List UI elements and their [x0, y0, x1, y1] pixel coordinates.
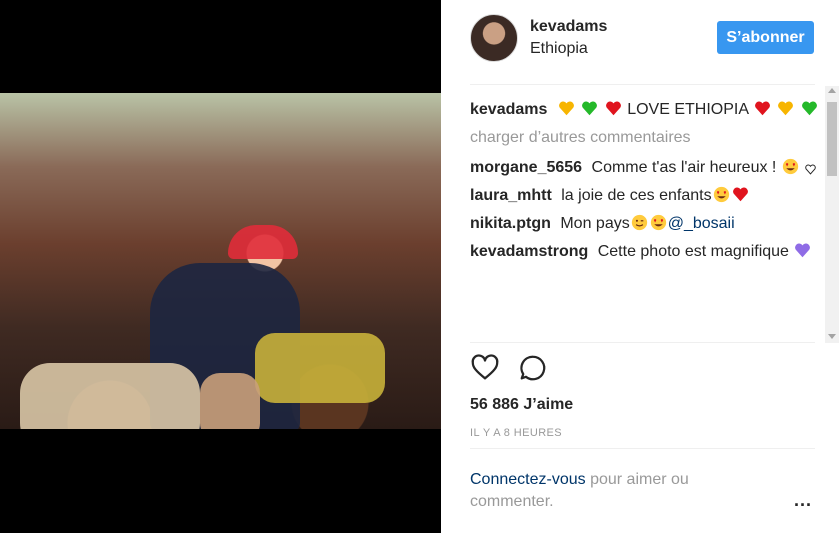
author-username[interactable]: kevadams [530, 18, 607, 36]
comment-text: Comme t'as l'air heureux ! [591, 159, 777, 176]
login-link[interactable]: Connectez-vous [470, 471, 586, 488]
comment-username[interactable]: morgane_5656 [470, 159, 582, 176]
comment-row: nikita.ptgn Mon pays @_bosaii [470, 212, 822, 236]
scroll-down-arrow-icon[interactable] [828, 334, 836, 339]
comments-scrollbar[interactable] [825, 86, 839, 343]
caption-username[interactable]: kevadams [470, 101, 547, 118]
photo-panel [0, 0, 441, 533]
avatar[interactable] [470, 14, 518, 62]
comment-username[interactable]: laura_mhtt [470, 187, 552, 204]
post-header: kevadams Ethiopia S’abonner [441, 0, 839, 84]
load-more-comments[interactable]: charger d’autres commentaires [470, 126, 822, 150]
red-heart-icon [754, 100, 771, 117]
green-heart-icon [801, 100, 818, 117]
comment-row: morgane_5656 Comme t'as l'air heureux ! [470, 156, 822, 180]
scroll-up-arrow-icon[interactable] [828, 88, 836, 93]
red-heart-icon [732, 186, 749, 203]
yellow-heart-icon [777, 100, 794, 117]
like-heart-icon[interactable] [470, 353, 500, 383]
heart-eyes-icon [713, 186, 730, 203]
login-prompt: Connectez-vous pour aimer ou commenter. [470, 469, 770, 513]
purple-heart-icon [794, 242, 811, 259]
yellow-shirt [255, 333, 385, 403]
wink-smile-icon [631, 214, 648, 231]
more-options-icon[interactable]: ... [794, 490, 812, 511]
comment-username[interactable]: kevadamstrong [470, 243, 588, 260]
yellow-heart-icon [558, 100, 575, 117]
green-heart-icon [581, 100, 598, 117]
heart-eyes-icon [782, 158, 799, 175]
raised-hand [200, 373, 260, 429]
post-photo[interactable] [0, 93, 441, 429]
post-location[interactable]: Ethiopia [530, 40, 588, 58]
scroll-thumb[interactable] [827, 102, 837, 176]
likes-count[interactable]: 56 886 J’aime [470, 396, 573, 414]
comment-text: la joie de ces enfants [561, 187, 712, 204]
heart-eyes-icon [650, 214, 667, 231]
footer-divider [470, 448, 815, 449]
caption-text: LOVE ETHIOPIA [627, 101, 749, 118]
comment-row: laura_mhtt la joie de ces enfants [470, 184, 822, 208]
comment-username[interactable]: nikita.ptgn [470, 215, 551, 232]
red-cap [228, 225, 298, 259]
comments-list: kevadams LOVE ETHIOPIA charger d’autres … [470, 98, 822, 341]
white-heart-icon [805, 159, 817, 176]
comment-text: Mon pays [560, 215, 630, 232]
comments-divider [470, 342, 815, 343]
caption: kevadams LOVE ETHIOPIA [470, 98, 822, 122]
comment-text: Cette photo est magnifique [597, 243, 789, 260]
post-sidebar: kevadams Ethiopia S’abonner kevadams LOV… [441, 0, 839, 533]
post-timestamp: IL Y A 8 HEURES [470, 427, 563, 439]
follow-button[interactable]: S’abonner [717, 21, 814, 54]
beige-shirt [20, 363, 200, 429]
red-heart-icon [605, 100, 622, 117]
comment-row: kevadamstrong Cette photo est magnifique [470, 240, 822, 264]
header-divider [470, 84, 815, 85]
comment-mention[interactable]: @_bosaii [668, 215, 735, 232]
comment-bubble-icon[interactable] [518, 353, 548, 383]
post-actions [470, 353, 548, 385]
